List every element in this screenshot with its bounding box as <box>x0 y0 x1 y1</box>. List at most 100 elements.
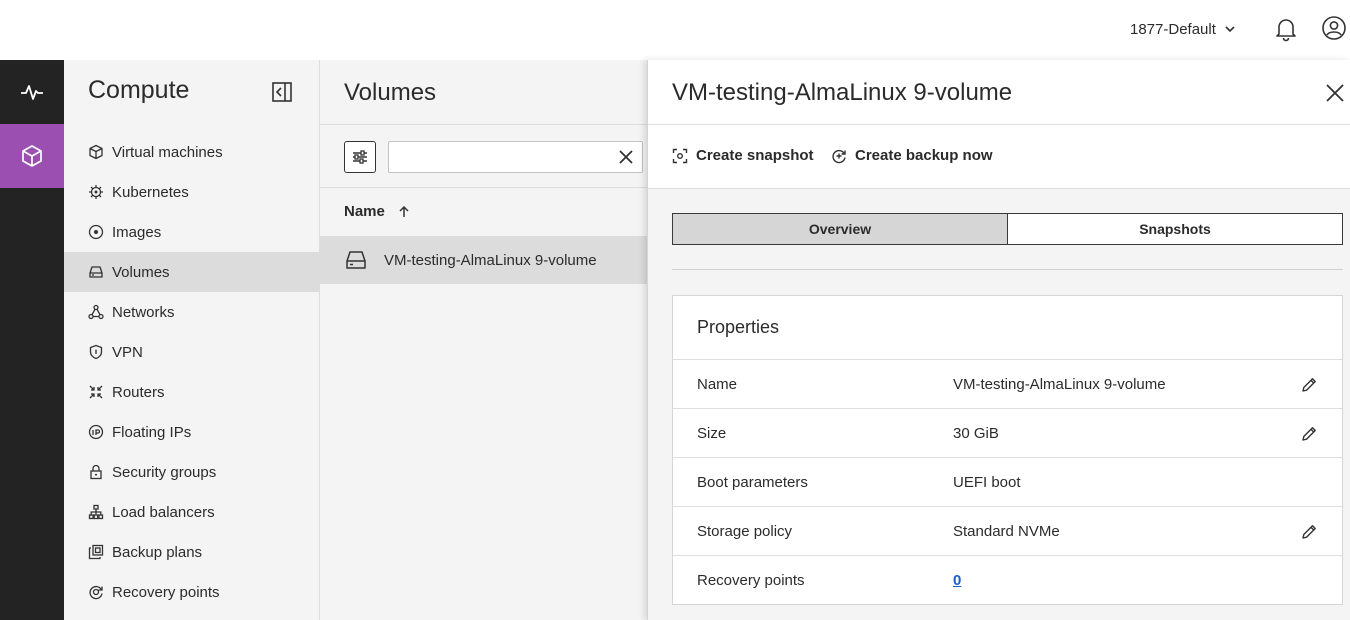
kubernetes-icon <box>89 185 103 199</box>
property-row-recovery-points: Recovery points 0 <box>673 556 1342 605</box>
create-backup-button[interactable]: Create backup now <box>831 147 993 164</box>
create-snapshot-button[interactable]: Create snapshot <box>672 147 814 164</box>
tab-overview[interactable]: Overview <box>672 213 1007 245</box>
sidebar-item-volumes[interactable]: Volumes <box>64 252 320 292</box>
property-value: VM-testing-AlmaLinux 9-volume <box>953 376 1166 393</box>
property-label: Recovery points <box>697 572 805 589</box>
sidebar-item-load-balancers[interactable]: Load balancers <box>64 492 320 532</box>
detail-title: VM-testing-AlmaLinux 9-volume <box>672 79 1013 106</box>
property-label: Size <box>697 425 727 442</box>
shield-icon <box>89 344 103 360</box>
property-row-storage-policy: Storage policy Standard NVMe <box>673 507 1342 556</box>
project-selector[interactable]: 1877-Default <box>1130 18 1236 40</box>
property-label: Name <box>697 376 738 393</box>
lock-icon <box>90 464 102 480</box>
sidebar-item-recovery-points[interactable]: Recovery points <box>64 572 320 612</box>
sidebar-item-kubernetes[interactable]: Kubernetes <box>64 172 320 212</box>
property-value: 30 GiB <box>953 425 999 442</box>
column-header-name[interactable]: Name <box>344 203 411 220</box>
property-value: Standard NVMe <box>953 523 1060 540</box>
volume-detail-panel: VM-testing-AlmaLinux 9-volume Create sna… <box>647 60 1350 620</box>
property-value: UEFI boot <box>953 474 1021 491</box>
property-label: Storage policy <box>697 523 793 540</box>
top-bar: 1877-Default <box>0 0 1350 60</box>
properties-card: Properties Name VM-testing-AlmaLinux 9-v… <box>672 295 1343 605</box>
collapse-sidebar-icon[interactable] <box>270 80 294 104</box>
sidebar-item-security-groups[interactable]: Security groups <box>64 452 320 492</box>
properties-title: Properties <box>673 296 1342 360</box>
sidebar-item-label: Images <box>112 223 162 241</box>
create-backup-label: Create backup now <box>855 147 993 164</box>
drive-icon <box>89 266 103 278</box>
sidebar-item-images[interactable]: Images <box>64 212 320 252</box>
search-box <box>388 141 643 173</box>
list-item-name: VM-testing-AlmaLinux 9-volume <box>384 251 597 269</box>
cube-icon <box>22 145 42 167</box>
backup-icon <box>88 544 104 560</box>
sort-ascending-icon <box>399 205 409 217</box>
page-title: Volumes <box>344 79 437 106</box>
sidebar-item-label: VPN <box>112 343 143 361</box>
detail-content: Overview Snapshots Properties Name VM-te… <box>648 189 1350 620</box>
sidebar-title: Compute <box>88 76 190 104</box>
filter-button[interactable] <box>344 141 376 173</box>
sidebar-item-virtual-machines[interactable]: Virtual machines <box>64 132 320 172</box>
activity-icon <box>21 85 43 100</box>
sidebar-item-vpn[interactable]: VPN <box>64 332 320 372</box>
property-row-name: Name VM-testing-AlmaLinux 9-volume <box>673 360 1342 409</box>
pencil-icon[interactable] <box>1301 376 1318 393</box>
floating-ip-icon <box>88 424 104 440</box>
property-row-size: Size 30 GiB <box>673 409 1342 458</box>
sidebar-nav: Virtual machines Kubernetes Images Volum… <box>64 132 320 612</box>
recovery-points-link[interactable]: 0 <box>953 572 961 589</box>
sidebar-item-routers[interactable]: Routers <box>64 372 320 412</box>
detail-tabs: Overview Snapshots <box>672 213 1343 245</box>
sidebar-item-label: Kubernetes <box>112 183 189 201</box>
column-header-label: Name <box>344 203 385 220</box>
chevron-down-icon <box>1225 26 1235 33</box>
rail-compute[interactable] <box>0 124 64 188</box>
sidebar-item-label: Networks <box>112 303 175 321</box>
user-account-icon[interactable] <box>1321 15 1347 41</box>
list-item[interactable]: VM-testing-AlmaLinux 9-volume <box>320 236 647 284</box>
detail-actions: Create snapshot Create backup now <box>648 124 1350 189</box>
snapshot-icon <box>672 148 688 163</box>
sidebar-item-label: Load balancers <box>112 503 215 521</box>
disc-icon <box>88 224 104 240</box>
sidebar-item-label: Floating IPs <box>112 423 192 441</box>
sidebar-item-floating-ips[interactable]: Floating IPs <box>64 412 320 452</box>
sidebar-item-label: Routers <box>112 383 165 401</box>
cube-icon <box>89 144 103 160</box>
sidebar: Compute Virtual machines Kubernetes Imag… <box>64 60 320 620</box>
volumes-list-pane: Volumes Name VM-testing-AlmaLinux 9-volu… <box>320 60 647 620</box>
pencil-icon[interactable] <box>1301 425 1318 442</box>
tab-snapshots[interactable]: Snapshots <box>1007 213 1343 245</box>
project-name: 1877-Default <box>1130 20 1216 38</box>
sidebar-item-label: Virtual machines <box>112 143 223 161</box>
list-toolbar <box>320 124 647 188</box>
property-label: Boot parameters <box>697 474 808 491</box>
recovery-icon <box>89 585 103 600</box>
pencil-icon[interactable] <box>1301 523 1318 540</box>
app-rail <box>0 60 64 620</box>
network-icon <box>88 304 104 320</box>
load-balancer-icon <box>88 504 104 520</box>
backup-now-icon <box>832 149 846 163</box>
sidebar-item-networks[interactable]: Networks <box>64 292 320 332</box>
clear-search-icon[interactable] <box>618 149 634 165</box>
sidebar-item-backup-plans[interactable]: Backup plans <box>64 532 320 572</box>
sidebar-item-label: Security groups <box>112 463 217 481</box>
rail-monitoring[interactable] <box>0 60 64 124</box>
sidebar-item-label: Backup plans <box>112 543 203 561</box>
sidebar-item-label: Recovery points <box>112 583 220 601</box>
create-snapshot-label: Create snapshot <box>696 147 814 164</box>
router-icon <box>89 385 103 399</box>
search-input[interactable] <box>389 142 604 172</box>
divider <box>672 269 1343 270</box>
sidebar-item-label: Volumes <box>112 263 170 281</box>
drive-icon <box>346 251 366 269</box>
property-row-boot-parameters: Boot parameters UEFI boot <box>673 458 1342 507</box>
sliders-icon <box>353 150 367 164</box>
close-icon[interactable] <box>1324 82 1346 104</box>
bell-icon[interactable] <box>1273 16 1299 42</box>
